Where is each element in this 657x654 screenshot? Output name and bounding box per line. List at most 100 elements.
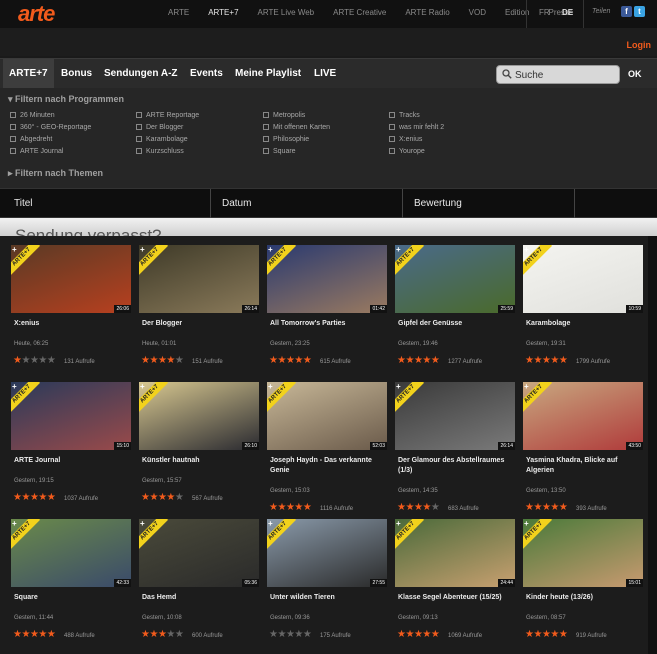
star-icon[interactable]: ★ (175, 629, 184, 640)
video-thumbnail[interactable]: ARTE+7 +26:10 (139, 382, 259, 450)
login-link[interactable]: Login (627, 40, 652, 50)
filter-checkbox[interactable]: Tracks (389, 112, 420, 119)
plus-icon[interactable]: + (268, 382, 273, 391)
rating-stars[interactable]: ★★★★★ (525, 502, 568, 513)
video-title[interactable]: Kinder heute (13/26) (526, 593, 644, 603)
star-icon[interactable]: ★ (405, 629, 414, 640)
star-icon[interactable]: ★ (38, 492, 47, 503)
star-icon[interactable]: ★ (21, 355, 30, 366)
star-icon[interactable]: ★ (550, 355, 559, 366)
video-card[interactable]: ARTE+7 +43:50 Yasmina Khadra, Blicke auf A… (523, 382, 643, 513)
filter-checkbox[interactable]: Metropolis (263, 112, 305, 119)
star-icon[interactable]: ★ (21, 629, 30, 640)
filter-checkbox[interactable]: 360° - GEO-Reportage (10, 124, 91, 131)
video-title[interactable]: Joseph Haydn - Das verkannte Genie (270, 456, 388, 476)
filter-checkbox[interactable]: Yourope (389, 148, 425, 155)
sort-by-rating[interactable]: Bewertung (410, 189, 570, 218)
star-icon[interactable]: ★ (533, 355, 542, 366)
video-title[interactable]: All Tomorrow's Parties (270, 319, 388, 329)
star-icon[interactable]: ★ (533, 629, 542, 640)
filter-checkbox[interactable]: X:enius (389, 136, 422, 143)
star-icon[interactable]: ★ (294, 629, 303, 640)
video-thumbnail[interactable]: ARTE+7 +27:55 (267, 519, 387, 587)
filter-checkbox[interactable]: Der Blogger (136, 124, 183, 131)
star-icon[interactable]: ★ (422, 629, 431, 640)
plus-icon[interactable]: + (396, 245, 401, 254)
tab-live[interactable]: LIVE (308, 59, 342, 89)
star-icon[interactable]: ★ (533, 502, 542, 513)
arte-logo[interactable]: arte (18, 1, 55, 27)
star-icon[interactable]: ★ (431, 502, 440, 513)
filter-checkbox[interactable]: Mit offenen Karten (263, 124, 330, 131)
video-card[interactable]: ARTE+7 +15:10 ARTE Journal Gestern, 19:15 ★★… (11, 382, 131, 512)
top-nav-item-live-web[interactable]: ARTE Live Web (258, 8, 315, 17)
star-icon[interactable]: ★ (294, 502, 303, 513)
top-nav-item-vod[interactable]: VOD (469, 8, 486, 17)
plus-icon[interactable]: + (12, 245, 17, 254)
video-card[interactable]: ARTE+7 +26:14 Der Glamour des Abstellraume… (395, 382, 515, 513)
star-icon[interactable]: ★ (175, 355, 184, 366)
tab-arte-plus7[interactable]: ARTE+7 (3, 59, 54, 89)
video-thumbnail[interactable]: ARTE+7 +26:14 (395, 382, 515, 450)
lang-de[interactable]: DE (562, 8, 573, 17)
plus-icon[interactable]: + (396, 519, 401, 528)
star-icon[interactable]: ★ (277, 502, 286, 513)
filter-checkbox[interactable]: 26 Minuten (10, 112, 55, 119)
plus-icon[interactable]: + (396, 382, 401, 391)
plus-icon[interactable]: + (524, 519, 529, 528)
video-thumbnail[interactable]: ARTE+7 +10:59 (523, 245, 643, 313)
star-icon[interactable]: ★ (277, 629, 286, 640)
video-thumbnail[interactable]: ARTE+7 +15:10 (11, 382, 131, 450)
filter-checkbox[interactable]: Square (263, 148, 296, 155)
video-title[interactable]: Square (14, 593, 132, 603)
video-card[interactable]: ARTE+7 +26:14 Der Blogger Heute, 01:01 ★★★★★… (139, 245, 259, 375)
star-icon[interactable]: ★ (149, 492, 158, 503)
star-icon[interactable]: ★ (303, 502, 312, 513)
plus-icon[interactable]: + (524, 245, 529, 254)
star-icon[interactable]: ★ (550, 629, 559, 640)
rating-stars[interactable]: ★★★★★ (13, 492, 56, 503)
video-card[interactable]: ARTE+7 +26:10 Künstler hautnah Gestern, 15:… (139, 382, 259, 512)
filter-checkbox[interactable]: Kurzschluss (136, 148, 184, 155)
video-card[interactable]: ARTE+7 +27:55 Unter wilden Tieren Gestern, … (267, 519, 387, 649)
star-icon[interactable]: ★ (47, 355, 56, 366)
video-thumbnail[interactable]: ARTE+7 +43:50 (523, 382, 643, 450)
video-card[interactable]: ARTE+7 +24:44 Klasse Segel Abenteuer (15/2… (395, 519, 515, 649)
rating-stars[interactable]: ★★★★★ (141, 492, 184, 503)
star-icon[interactable]: ★ (422, 355, 431, 366)
star-icon[interactable]: ★ (303, 629, 312, 640)
rating-stars[interactable]: ★★★★★ (269, 629, 312, 640)
rating-stars[interactable]: ★★★★★ (13, 629, 56, 640)
video-title[interactable]: Unter wilden Tieren (270, 593, 388, 603)
video-card[interactable]: ARTE+7 +01:42 All Tomorrow's Parties Gester… (267, 245, 387, 375)
rating-stars[interactable]: ★★★★★ (397, 629, 440, 640)
star-icon[interactable]: ★ (149, 355, 158, 366)
video-title[interactable]: Das Hemd (142, 593, 260, 603)
plus-icon[interactable]: + (268, 519, 273, 528)
plus-icon[interactable]: + (268, 245, 273, 254)
video-title[interactable]: Karambolage (526, 319, 644, 329)
lang-fr[interactable]: FR (539, 8, 550, 17)
star-icon[interactable]: ★ (422, 502, 431, 513)
video-card[interactable]: ARTE+7 +15:01 Kinder heute (13/26) Gestern,… (523, 519, 643, 649)
star-icon[interactable]: ★ (166, 492, 175, 503)
plus-icon[interactable]: + (12, 519, 17, 528)
rating-stars[interactable]: ★★★★★ (525, 355, 568, 366)
tab-events[interactable]: Events (184, 59, 229, 89)
star-icon[interactable]: ★ (559, 502, 568, 513)
video-thumbnail[interactable]: ARTE+7 +42:33 (11, 519, 131, 587)
video-title[interactable]: Künstler hautnah (142, 456, 260, 466)
filter-programs-heading[interactable]: ▾ Filtern nach Programmen (8, 94, 124, 105)
filter-themes-heading[interactable]: ▸ Filtern nach Themen (8, 168, 103, 179)
video-card[interactable]: ARTE+7 +52:03 Joseph Haydn - Das verkannte… (267, 382, 388, 513)
tab-meine-playlist[interactable]: Meine Playlist (229, 59, 307, 89)
video-thumbnail[interactable]: ARTE+7 +05:36 (139, 519, 259, 587)
plus-icon[interactable]: + (12, 382, 17, 391)
plus-icon[interactable]: + (140, 382, 145, 391)
plus-icon[interactable]: + (140, 245, 145, 254)
top-nav-item-creative[interactable]: ARTE Creative (333, 8, 386, 17)
star-icon[interactable]: ★ (550, 502, 559, 513)
filter-checkbox[interactable]: Abgedreht (10, 136, 52, 143)
top-nav-item-radio[interactable]: ARTE Radio (405, 8, 449, 17)
plus-icon[interactable]: + (140, 519, 145, 528)
